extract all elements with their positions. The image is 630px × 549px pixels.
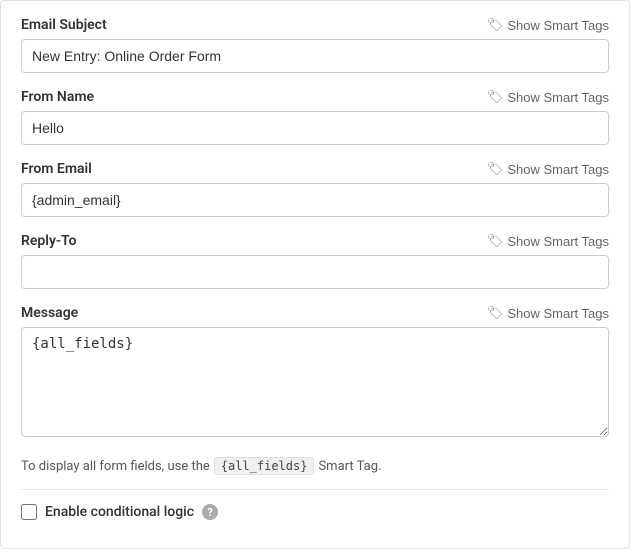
from-email-smart-tags-label: Show Smart Tags <box>507 162 609 177</box>
email-subject-header: Email Subject 🏷 Show Smart Tags <box>21 17 609 33</box>
message-group: Message 🏷 Show Smart Tags {all_fields} <box>21 305 609 441</box>
reply-to-group: Reply-To 🏷 Show Smart Tags <box>21 233 609 289</box>
email-subject-smart-tags-button[interactable]: 🏷 Show Smart Tags <box>487 17 609 33</box>
conditional-logic-row: Enable conditional logic ? <box>21 504 609 520</box>
tag-icon-3: 🏷 <box>487 161 504 177</box>
reply-to-smart-tags-button[interactable]: 🏷 Show Smart Tags <box>487 233 609 249</box>
reply-to-label: Reply-To <box>21 233 77 249</box>
email-subject-smart-tags-label: Show Smart Tags <box>507 18 609 33</box>
conditional-logic-checkbox[interactable] <box>21 504 37 520</box>
email-settings-form: Email Subject 🏷 Show Smart Tags From Nam… <box>0 0 630 549</box>
conditional-logic-label: Enable conditional logic <box>45 504 194 520</box>
message-smart-tags-label: Show Smart Tags <box>507 306 609 321</box>
from-name-label: From Name <box>21 89 94 105</box>
tag-icon-2: 🏷 <box>487 89 504 105</box>
tag-icon-4: 🏷 <box>487 233 504 249</box>
message-label: Message <box>21 305 78 321</box>
from-name-smart-tags-button[interactable]: 🏷 Show Smart Tags <box>487 89 609 105</box>
from-name-group: From Name 🏷 Show Smart Tags <box>21 89 609 145</box>
from-email-header: From Email 🏷 Show Smart Tags <box>21 161 609 177</box>
from-email-smart-tags-button[interactable]: 🏷 Show Smart Tags <box>487 161 609 177</box>
hint-text: To display all form fields, use the {all… <box>21 457 609 475</box>
from-name-header: From Name 🏷 Show Smart Tags <box>21 89 609 105</box>
reply-to-smart-tags-label: Show Smart Tags <box>507 234 609 249</box>
hint-code: {all_fields} <box>214 457 315 475</box>
email-subject-group: Email Subject 🏷 Show Smart Tags <box>21 17 609 73</box>
tag-icon-5: 🏷 <box>487 305 504 321</box>
email-subject-label: Email Subject <box>21 17 107 33</box>
from-email-label: From Email <box>21 161 92 177</box>
from-email-input[interactable] <box>21 183 609 217</box>
help-icon[interactable]: ? <box>202 504 218 520</box>
hint-suffix: Smart Tag. <box>318 459 381 474</box>
from-name-smart-tags-label: Show Smart Tags <box>507 90 609 105</box>
from-email-group: From Email 🏷 Show Smart Tags <box>21 161 609 217</box>
hint-prefix: To display all form fields, use the <box>21 459 210 474</box>
message-textarea[interactable]: {all_fields} <box>21 327 609 437</box>
message-smart-tags-button[interactable]: 🏷 Show Smart Tags <box>487 305 609 321</box>
email-subject-input[interactable] <box>21 39 609 73</box>
reply-to-header: Reply-To 🏷 Show Smart Tags <box>21 233 609 249</box>
divider <box>21 489 609 490</box>
from-name-input[interactable] <box>21 111 609 145</box>
reply-to-input[interactable] <box>21 255 609 289</box>
message-header: Message 🏷 Show Smart Tags <box>21 305 609 321</box>
tag-icon: 🏷 <box>487 17 504 33</box>
